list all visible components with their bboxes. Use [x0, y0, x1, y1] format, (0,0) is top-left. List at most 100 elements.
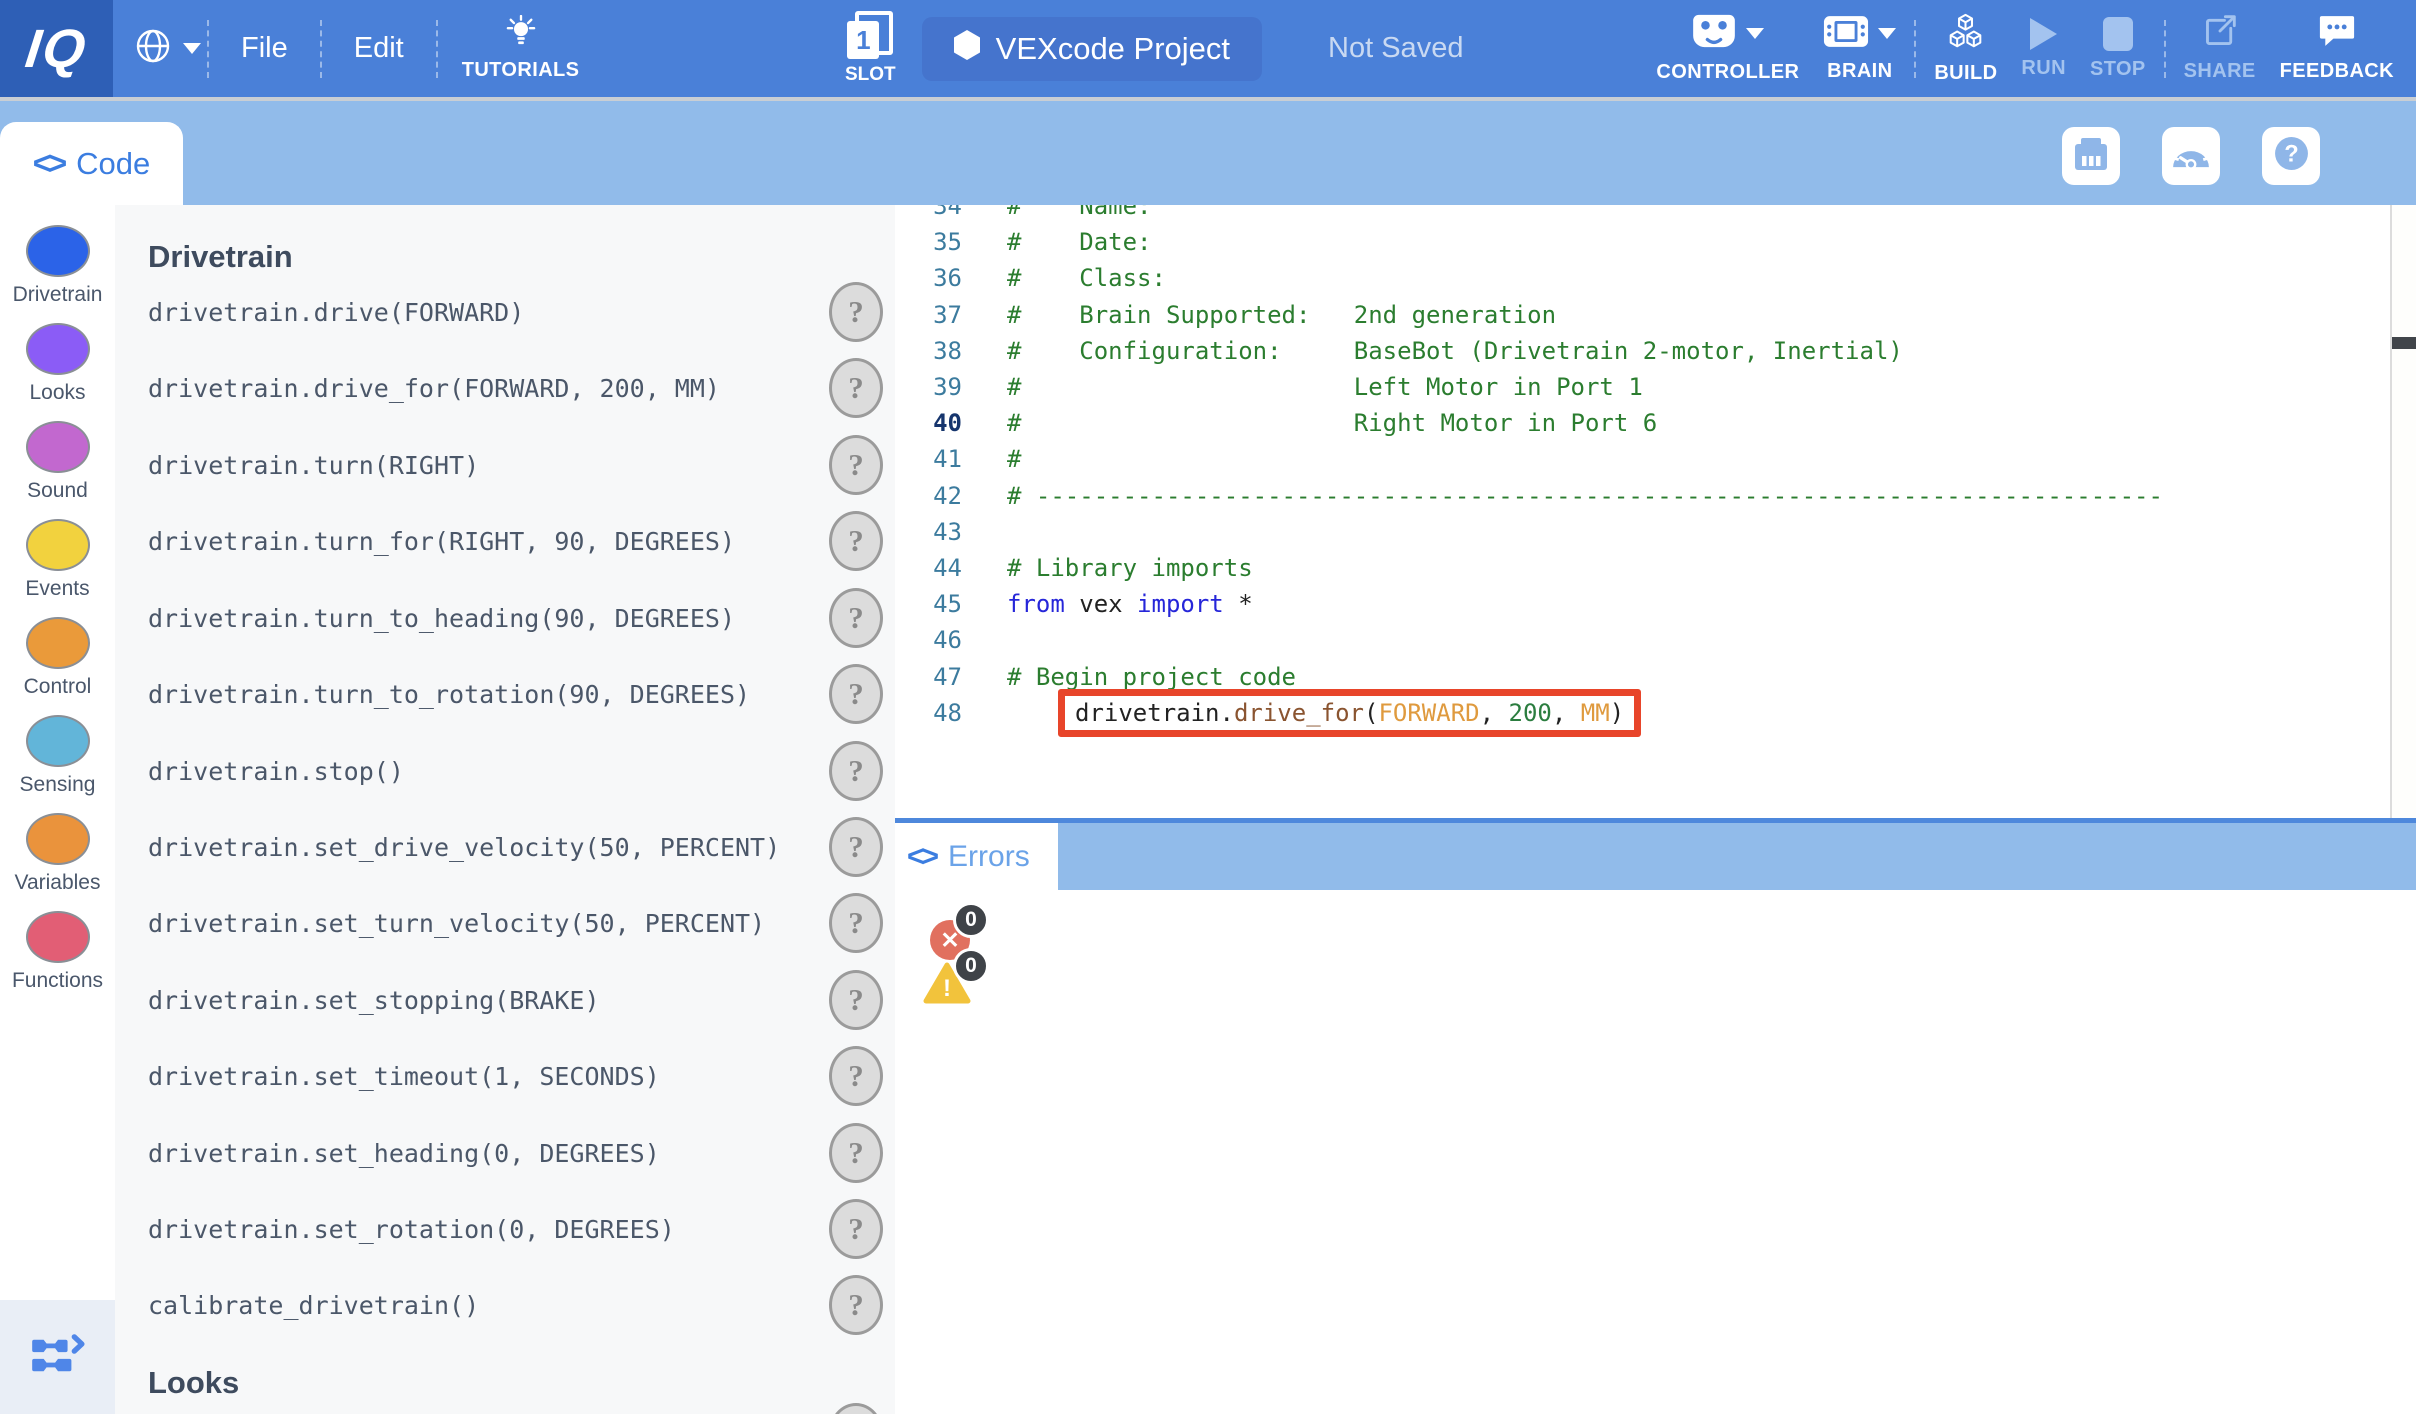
sidebar-item-looks[interactable]: Looks	[0, 323, 115, 405]
tutorials-button[interactable]: TUTORIALS	[462, 15, 580, 82]
command-help-button[interactable]: ?	[829, 1275, 883, 1335]
controller-button[interactable]: CONTROLLER	[1656, 13, 1799, 84]
sidebar-item-control[interactable]: Control	[0, 617, 115, 699]
command-row[interactable]: drivetrain.set_timeout(1, SECONDS) ?	[115, 1044, 895, 1108]
sidebar-item-label: Drivetrain	[0, 283, 115, 307]
command-row[interactable]: drivetrain.set_drive_velocity(50, PERCEN…	[115, 815, 895, 879]
command-label[interactable]: drivetrain.set_turn_velocity(50, PERCENT…	[148, 909, 765, 938]
sidebar-item-events[interactable]: Events	[0, 519, 115, 601]
run-button[interactable]: RUN	[2021, 18, 2066, 80]
tab-code[interactable]: <> Code	[0, 122, 183, 205]
command-label[interactable]: drivetrain.set_stopping(BRAKE)	[148, 986, 600, 1015]
hexagon-icon	[954, 30, 980, 68]
project-title-button[interactable]: VEXcode Project	[922, 17, 1262, 81]
sidebar-item-label: Sound	[0, 479, 115, 503]
command-help-button[interactable]: ?	[829, 664, 883, 724]
device-info-button[interactable]	[2062, 127, 2120, 185]
command-row[interactable]: drivetrain.set_turn_velocity(50, PERCENT…	[115, 891, 895, 955]
line-number: 43	[895, 518, 962, 546]
sidebar-item-variables[interactable]: Variables	[0, 813, 115, 895]
command-label[interactable]: drivetrain.stop()	[148, 757, 404, 786]
run-label: RUN	[2021, 57, 2066, 80]
file-menu[interactable]: File	[241, 32, 288, 65]
highlighted-command-box[interactable]: drivetrain.drive_for(FORWARD, 200, MM)	[1058, 689, 1641, 737]
build-label: BUILD	[1934, 62, 1997, 85]
command-help-button[interactable]: ?	[829, 435, 883, 495]
command-help-button[interactable]: ?	[829, 282, 883, 342]
error-count-badge: 0	[953, 902, 989, 938]
command-help-button[interactable]: ?	[829, 588, 883, 648]
warning-count-badge: 0	[953, 948, 989, 984]
editor-scrollbar-thumb[interactable]	[2392, 337, 2416, 349]
feedback-button[interactable]: FEEDBACK	[2280, 14, 2394, 83]
command-row[interactable]: drivetrain.turn(RIGHT) ?	[115, 433, 895, 497]
line-number: 48	[895, 699, 962, 727]
command-label[interactable]: drivetrain.turn_for(RIGHT, 90, DEGREES)	[148, 527, 735, 556]
command-row[interactable]: ?	[115, 1401, 895, 1414]
line-number: 47	[895, 663, 962, 691]
share-button[interactable]: SHARE	[2184, 14, 2256, 83]
line-number: 44	[895, 554, 962, 582]
command-row[interactable]: drivetrain.set_heading(0, DEGREES) ?	[115, 1121, 895, 1185]
language-menu[interactable]	[135, 28, 201, 69]
edit-menu[interactable]: Edit	[354, 32, 404, 65]
command-row[interactable]: drivetrain.turn_to_rotation(90, DEGREES)…	[115, 662, 895, 726]
command-row[interactable]: drivetrain.drive(FORWARD) ?	[115, 280, 895, 344]
command-label[interactable]: drivetrain.drive_for(FORWARD, 200, MM)	[148, 374, 720, 403]
command-help-button[interactable]: ?	[829, 970, 883, 1030]
help-panel-button[interactable]: ?	[2262, 127, 2320, 185]
editor-scrollbar[interactable]	[2390, 205, 2416, 818]
command-help-button[interactable]: ?	[829, 1123, 883, 1183]
code-line-highlighted: 48 drivetrain.drive_for(FORWARD, 200, MM…	[895, 695, 2390, 731]
code-line: 45 from vex import *	[895, 586, 2390, 622]
command-help-button[interactable]: ?	[829, 817, 883, 877]
slot-label: SLOT	[845, 64, 896, 86]
command-help-button[interactable]: ?	[829, 1199, 883, 1259]
code-tab-label: Code	[76, 146, 150, 182]
sidebar-item-sound[interactable]: Sound	[0, 421, 115, 503]
variables-category-icon	[26, 813, 90, 865]
code-line: 34 # Name:	[895, 205, 2390, 224]
slot-button[interactable]: 1 SLOT	[845, 11, 896, 86]
command-label[interactable]: drivetrain.set_heading(0, DEGREES)	[148, 1139, 660, 1168]
looks-category-icon	[26, 323, 90, 375]
category-sidebar: Drivetrain Looks Sound Events Control Se…	[0, 205, 115, 1414]
sidebar-item-sensing[interactable]: Sensing	[0, 715, 115, 797]
command-label[interactable]: drivetrain.drive(FORWARD)	[148, 298, 524, 327]
command-help-button[interactable]: ?	[829, 511, 883, 571]
sidebar-item-drivetrain[interactable]: Drivetrain	[0, 225, 115, 307]
command-label[interactable]: drivetrain.set_timeout(1, SECONDS)	[148, 1062, 660, 1091]
command-label[interactable]: drivetrain.set_rotation(0, DEGREES)	[148, 1215, 675, 1244]
brain-button[interactable]: BRAIN	[1823, 15, 1896, 83]
command-row[interactable]: calibrate_drivetrain() ?	[115, 1273, 895, 1337]
command-label[interactable]: drivetrain.turn_to_heading(90, DEGREES)	[148, 604, 735, 633]
menu-separator	[207, 20, 209, 78]
dashboard-button[interactable]	[2162, 127, 2220, 185]
command-help-button[interactable]: ?	[829, 1403, 883, 1414]
sidebar-item-functions[interactable]: Functions	[0, 911, 115, 993]
build-button[interactable]: BUILD	[1934, 13, 1997, 85]
command-label[interactable]: drivetrain.turn(RIGHT)	[148, 451, 479, 480]
command-row[interactable]: drivetrain.turn_for(RIGHT, 90, DEGREES) …	[115, 509, 895, 573]
palette-section-title: Drivetrain	[148, 239, 293, 275]
tab-errors[interactable]: <> Errors	[895, 823, 1058, 890]
stop-button[interactable]: STOP	[2090, 17, 2146, 81]
iq-logo: IQ	[0, 0, 113, 97]
command-help-button[interactable]: ?	[829, 358, 883, 418]
command-row[interactable]: drivetrain.turn_to_heading(90, DEGREES) …	[115, 586, 895, 650]
command-label[interactable]: drivetrain.set_drive_velocity(50, PERCEN…	[148, 833, 780, 862]
command-row[interactable]: drivetrain.set_rotation(0, DEGREES) ?	[115, 1197, 895, 1261]
code-editor[interactable]: 34 # Name: 35 # Date: 36 # Class: 37 # B…	[895, 205, 2390, 818]
command-help-button[interactable]: ?	[829, 1046, 883, 1106]
blocks-to-code-toggle[interactable]	[0, 1300, 115, 1414]
command-row[interactable]: drivetrain.stop() ?	[115, 739, 895, 803]
command-help-button[interactable]: ?	[829, 741, 883, 801]
command-row[interactable]: drivetrain.set_stopping(BRAKE) ?	[115, 968, 895, 1032]
command-help-button[interactable]: ?	[829, 893, 883, 953]
project-group: 1 SLOT VEXcode Project Not Saved	[845, 0, 1463, 97]
command-row[interactable]: drivetrain.drive_for(FORWARD, 200, MM) ?	[115, 356, 895, 420]
command-label[interactable]: drivetrain.turn_to_rotation(90, DEGREES)	[148, 680, 750, 709]
command-label[interactable]: calibrate_drivetrain()	[148, 1291, 479, 1320]
stop-icon	[2103, 17, 2133, 51]
svg-text:?: ?	[2284, 142, 2298, 168]
